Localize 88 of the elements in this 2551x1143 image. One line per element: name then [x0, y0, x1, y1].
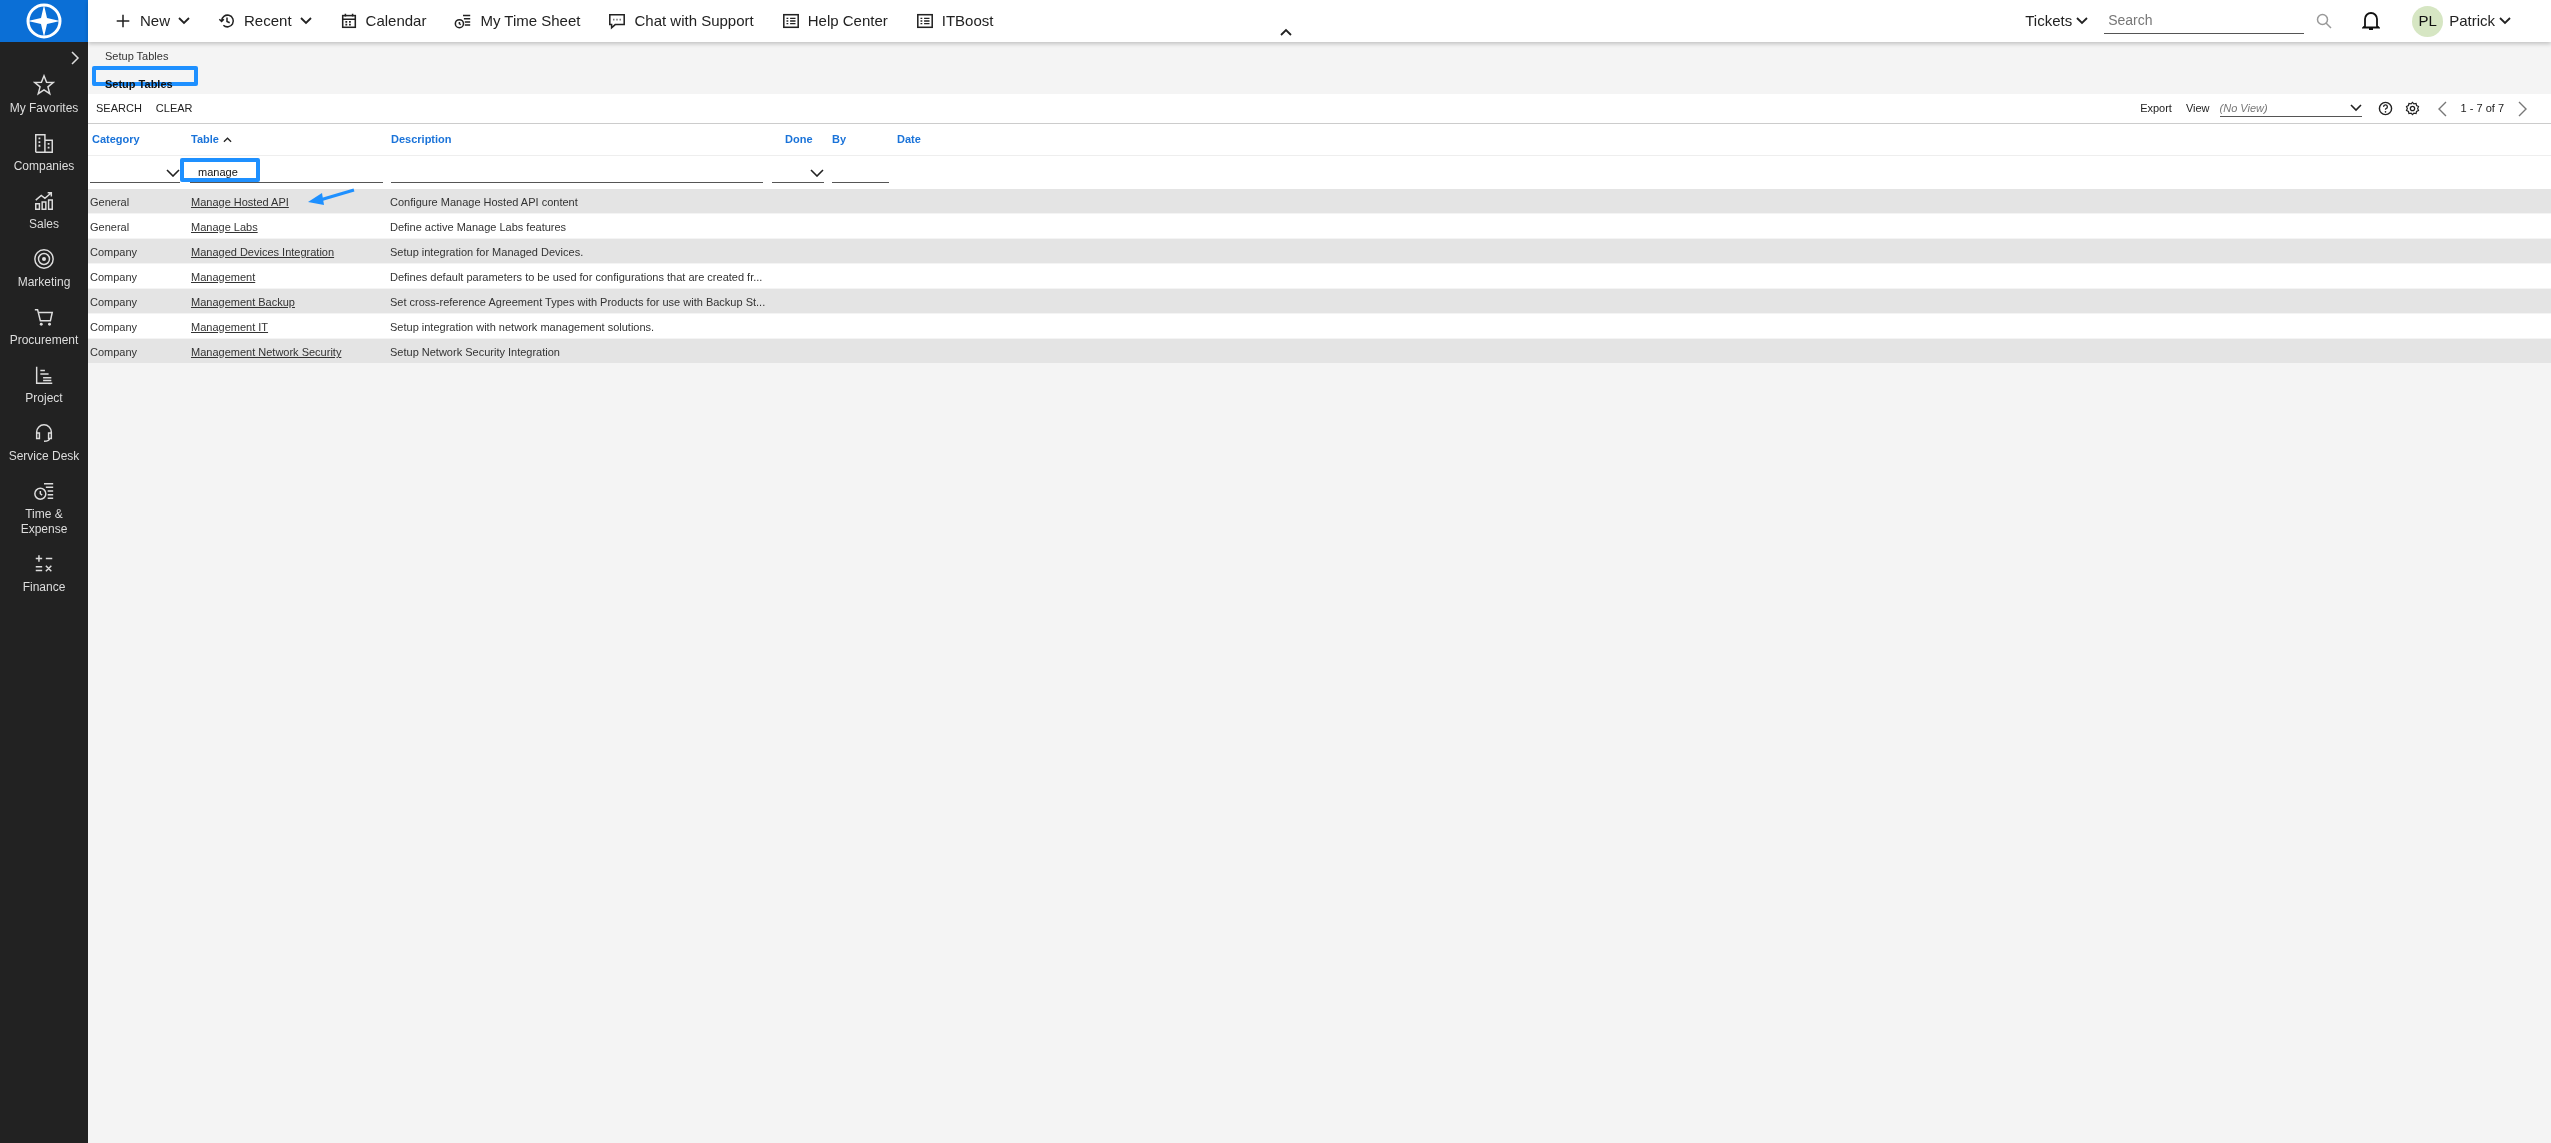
view-input[interactable]: (No View)	[2219, 99, 2330, 117]
sort-caret-icon[interactable]	[222, 136, 232, 143]
list-icon	[915, 12, 934, 30]
target-icon[interactable]	[33, 248, 55, 270]
table-link[interactable]: Management	[191, 269, 256, 286]
chart-icon[interactable]	[33, 190, 55, 212]
history-icon	[218, 12, 236, 30]
plus-icon	[114, 12, 132, 30]
column-header[interactable]: Date	[897, 131, 921, 148]
column-header[interactable]: Table	[191, 131, 219, 148]
table-link[interactable]: Management Network Security	[191, 344, 342, 361]
column-header[interactable]: Description	[391, 131, 452, 148]
table-cell-text: Company	[90, 245, 138, 260]
calendar-icon	[339, 12, 358, 30]
table-cell-text: Setup Network Security Integration	[390, 345, 560, 360]
export-link[interactable]: Export	[2140, 100, 2172, 117]
table-cell-text: Company	[90, 270, 138, 285]
table-link[interactable]: Management Backup	[191, 294, 295, 311]
sidebar-item[interactable]: Project	[2, 391, 86, 406]
building-icon[interactable]	[33, 132, 55, 154]
help-icon[interactable]	[2377, 101, 2393, 116]
headset-icon[interactable]	[33, 422, 55, 444]
star-icon[interactable]	[33, 74, 55, 96]
filter-field[interactable]: manage	[190, 163, 383, 183]
settings-icon[interactable]	[2404, 101, 2420, 116]
sidebar-item[interactable]: Procurement	[2, 333, 86, 348]
sidebar-item[interactable]: My Favorites	[2, 101, 86, 116]
toolbar-button[interactable]: CLEAR	[155, 100, 193, 117]
table-cell-text: Configure Manage Hosted API content	[390, 195, 578, 210]
table-cell-text: General	[90, 220, 130, 235]
caret-icon	[2076, 17, 2089, 25]
sidebar-item[interactable]: Companies	[2, 159, 86, 174]
user-menu[interactable]: Patrick	[2449, 9, 2511, 33]
caret-icon	[166, 168, 180, 177]
next-page-icon[interactable]	[2518, 100, 2527, 117]
expand-chevron-icon[interactable]	[70, 50, 80, 66]
clock-list-icon	[454, 12, 473, 30]
nav-menu-item[interactable]: My Time Sheet	[450, 9, 585, 33]
column-header[interactable]: By	[832, 131, 847, 148]
table-cell-text: Setup integration for Managed Devices.	[390, 245, 584, 260]
table-link[interactable]: Manage Labs	[191, 219, 258, 236]
logo[interactable]	[0, 0, 88, 42]
cart-icon[interactable]	[33, 306, 55, 328]
chat-icon	[608, 12, 627, 30]
caret-icon[interactable]	[2349, 104, 2362, 112]
collapse-chevron-icon[interactable]	[1280, 28, 1292, 36]
search-field[interactable]: Search	[2104, 8, 2305, 33]
list-icon	[781, 12, 800, 30]
nav-menu-item[interactable]: New	[110, 9, 194, 33]
table-link[interactable]: Managed Devices Integration	[191, 244, 335, 261]
table-cell-text: Company	[90, 320, 138, 335]
column-header[interactable]: Done	[785, 131, 813, 148]
nav-menu-item[interactable]: Chat with Support	[604, 9, 758, 33]
caret-icon	[810, 168, 824, 177]
nav-menu-item[interactable]: Calendar	[335, 9, 431, 33]
sidebar-item[interactable]: Sales	[2, 217, 86, 232]
table-cell-text: Company	[90, 295, 138, 310]
search-icon[interactable]	[2316, 13, 2333, 29]
previous-page-icon[interactable]	[2437, 100, 2447, 117]
nav-menu-item[interactable]: Help Center	[777, 9, 892, 33]
table-link[interactable]: Management IT	[191, 319, 269, 336]
sidebar-item[interactable]: Marketing	[2, 275, 86, 290]
table-link[interactable]: Manage Hosted API	[191, 194, 289, 211]
nav-menu-item[interactable]: Recent	[214, 9, 316, 33]
tickets-menu[interactable]: Tickets	[2025, 9, 2089, 33]
sidebar-item[interactable]: Service Desk	[2, 449, 86, 464]
breadcrumb[interactable]: Setup Tables	[104, 48, 2535, 65]
pointer-arrow	[306, 188, 356, 208]
clock-list-icon[interactable]	[33, 480, 55, 502]
table-cell-text: Setup integration with network management solutions.	[390, 320, 655, 335]
table-cell-text: General	[90, 195, 130, 210]
view-select[interactable]: (No View)	[2219, 99, 2362, 118]
user-avatar[interactable]: PL	[2412, 5, 2444, 37]
toolbar-button[interactable]: SEARCH	[96, 100, 142, 117]
column-header[interactable]: Category	[92, 131, 140, 148]
list-chart-icon[interactable]	[33, 364, 55, 386]
table-cell-text: Set cross-reference Agreement Types with Products for use with Backup St...	[390, 295, 766, 310]
view-label: View	[2185, 101, 2210, 117]
bell-icon[interactable]	[2362, 11, 2381, 31]
math-symbols-icon[interactable]	[33, 553, 55, 575]
sidebar-item[interactable]: Finance	[2, 580, 86, 595]
pagination-text: 1 - 7 of 7	[2460, 101, 2504, 117]
sidebar-item[interactable]: Time & Expense	[2, 507, 86, 537]
caret-icon	[2499, 17, 2511, 25]
table-cell-text: Defines default parameters to be used for configurations that are created fr...	[390, 270, 763, 285]
table-cell-text: Define active Manage Labs features	[390, 220, 567, 235]
nav-menu-item[interactable]: ITBoost	[911, 9, 998, 33]
table-cell-text: Company	[90, 345, 138, 360]
